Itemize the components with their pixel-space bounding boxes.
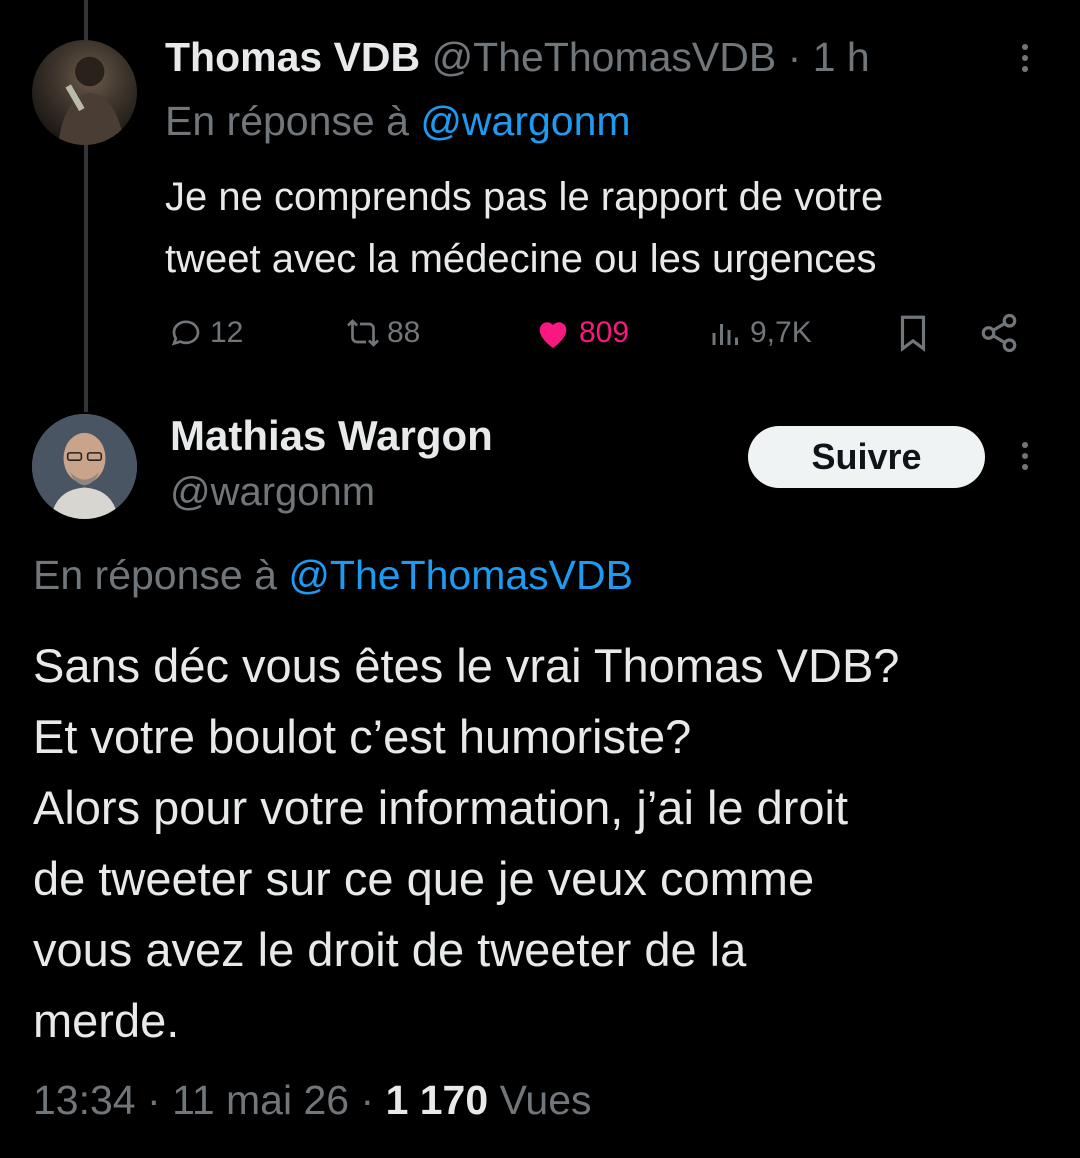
reply-prefix: En réponse à [165,98,409,144]
separator: · [147,1077,161,1123]
more-icon[interactable] [1020,442,1030,476]
views-icon [712,324,738,345]
tweet-actions-bar: 12 88 809 9,7K [0,305,1080,361]
retweet-count: 88 [387,316,421,349]
like-count: 809 [579,316,630,349]
views-button[interactable]: 9,7K [708,305,812,361]
retweet-icon [347,319,379,347]
tweet-date[interactable]: 11 mai 26 [172,1077,349,1123]
mathias-wargon-avatar[interactable] [32,414,137,519]
parent-tweet-text: Je ne comprends pas le rapport de votre … [165,166,1045,290]
parent-tweet-header: Thomas VDB @TheThomasVDB · 1 h [165,34,870,81]
reply-context: En réponse à @wargonm [165,98,631,145]
reply-icon [171,320,200,346]
tweet-time[interactable]: 13:34 [33,1077,136,1123]
reply-to-link[interactable]: @TheThomasVDB [288,552,633,598]
like-button[interactable]: 809 [533,305,629,361]
tweet-text-line: Et votre boulot c’est humoriste? [33,710,692,763]
tweet-text-line: vous avez le droit de tweeter de la [33,923,747,976]
tweet-text-line: Alors pour votre information, j’ai le dr… [33,781,849,834]
heart-icon [539,322,567,348]
thomas-vdb-avatar[interactable] [32,40,137,145]
reply-prefix: En réponse à [33,552,277,598]
author-handle[interactable]: @wargonm [170,470,375,515]
views-count[interactable]: 1 170 [386,1077,489,1123]
tweet-metadata: 13:34 · 11 mai 26 · 1 170 Vues [33,1077,592,1124]
more-icon[interactable] [1020,44,1030,78]
author-name[interactable]: Mathias Wargon [170,412,493,460]
reply-context: En réponse à @TheThomasVDB [33,552,633,599]
views-label: Vues [499,1077,592,1123]
reply-count: 12 [210,316,244,349]
retweet-button[interactable]: 88 [345,305,420,361]
tweet-text-line: merde. [33,994,180,1047]
main-tweet-text: Sans déc vous êtes le vrai Thomas VDB? E… [33,630,1063,1056]
follow-button[interactable]: Suivre [748,426,985,488]
reply-to-link[interactable]: @wargonm [420,98,630,144]
tweet-text-line: tweet avec la médecine ou les urgences [165,237,877,281]
author-handle[interactable]: @TheThomasVDB [432,34,777,80]
views-count: 9,7K [750,316,812,349]
avatar-photo-icon [58,56,125,145]
bookmark-button[interactable] [892,305,940,361]
tweet-time[interactable]: 1 h [813,34,870,80]
separator: · [360,1077,375,1123]
share-button[interactable] [978,305,1026,361]
author-name[interactable]: Thomas VDB [165,34,420,80]
reply-button[interactable]: 12 [168,305,243,361]
bookmark-icon [900,315,926,352]
share-icon [981,313,1017,353]
tweet-text-line: Sans déc vous êtes le vrai Thomas VDB? [33,639,900,692]
tweet-text-line: de tweeter sur ce que je veux comme [33,852,815,905]
tweet-text-line: Je ne comprends pas le rapport de votre [165,175,884,219]
avatar-photo-icon [32,414,137,519]
separator: · [787,34,802,80]
